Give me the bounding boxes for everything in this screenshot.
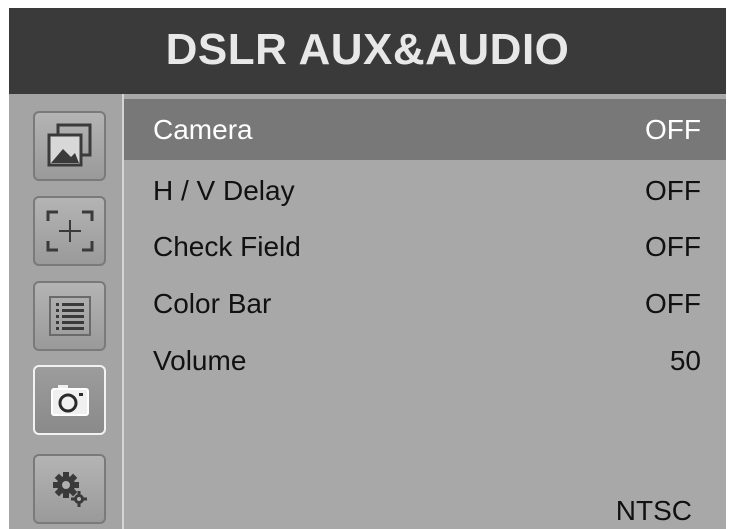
menu-item-label: Check Field [153,230,301,262]
menu-item-camera[interactable]: Camera OFF [124,99,726,160]
settings-gears-icon [52,472,87,507]
signal-format-status: NTSC [615,495,692,526]
menu-item-value: OFF [645,174,701,206]
menu-item-hv-delay[interactable]: H / V Delay OFF [124,160,726,221]
menu-item-label: Color Bar [153,287,272,319]
sidebar-item-picture[interactable] [33,111,106,181]
menu-item-check-field[interactable]: Check Field OFF [124,216,726,277]
menu-item-label: Camera [153,113,253,145]
osd-menu: DSLR AUX&AUDIO Camera OFF H / V Delay OF… [9,8,726,529]
menu-title: DSLR AUX&AUDIO [165,25,570,74]
menu-item-value: OFF [645,230,701,262]
category-sidebar [9,94,122,529]
menu-list: Camera OFF H / V Delay OFF Check Field O… [124,94,726,529]
picture-icon [47,123,91,167]
sidebar-item-menu-list[interactable] [33,281,106,351]
sidebar-item-camera[interactable] [33,365,106,435]
sidebar-item-setup[interactable] [33,454,106,524]
sidebar-item-marker[interactable] [33,196,106,266]
menu-item-value: OFF [645,287,701,319]
menu-item-volume[interactable]: Volume 50 [124,330,726,391]
menu-item-label: H / V Delay [153,174,295,206]
list-icon [48,296,91,336]
menu-item-value: 50 [669,344,701,376]
menu-item-value: OFF [645,113,701,145]
menu-item-color-bar[interactable]: Color Bar OFF [124,273,726,334]
menu-header: DSLR AUX&AUDIO [9,8,726,94]
camera-icon [50,385,89,416]
menu-item-label: Volume [153,344,247,376]
crosshair-frame-icon [46,210,93,252]
